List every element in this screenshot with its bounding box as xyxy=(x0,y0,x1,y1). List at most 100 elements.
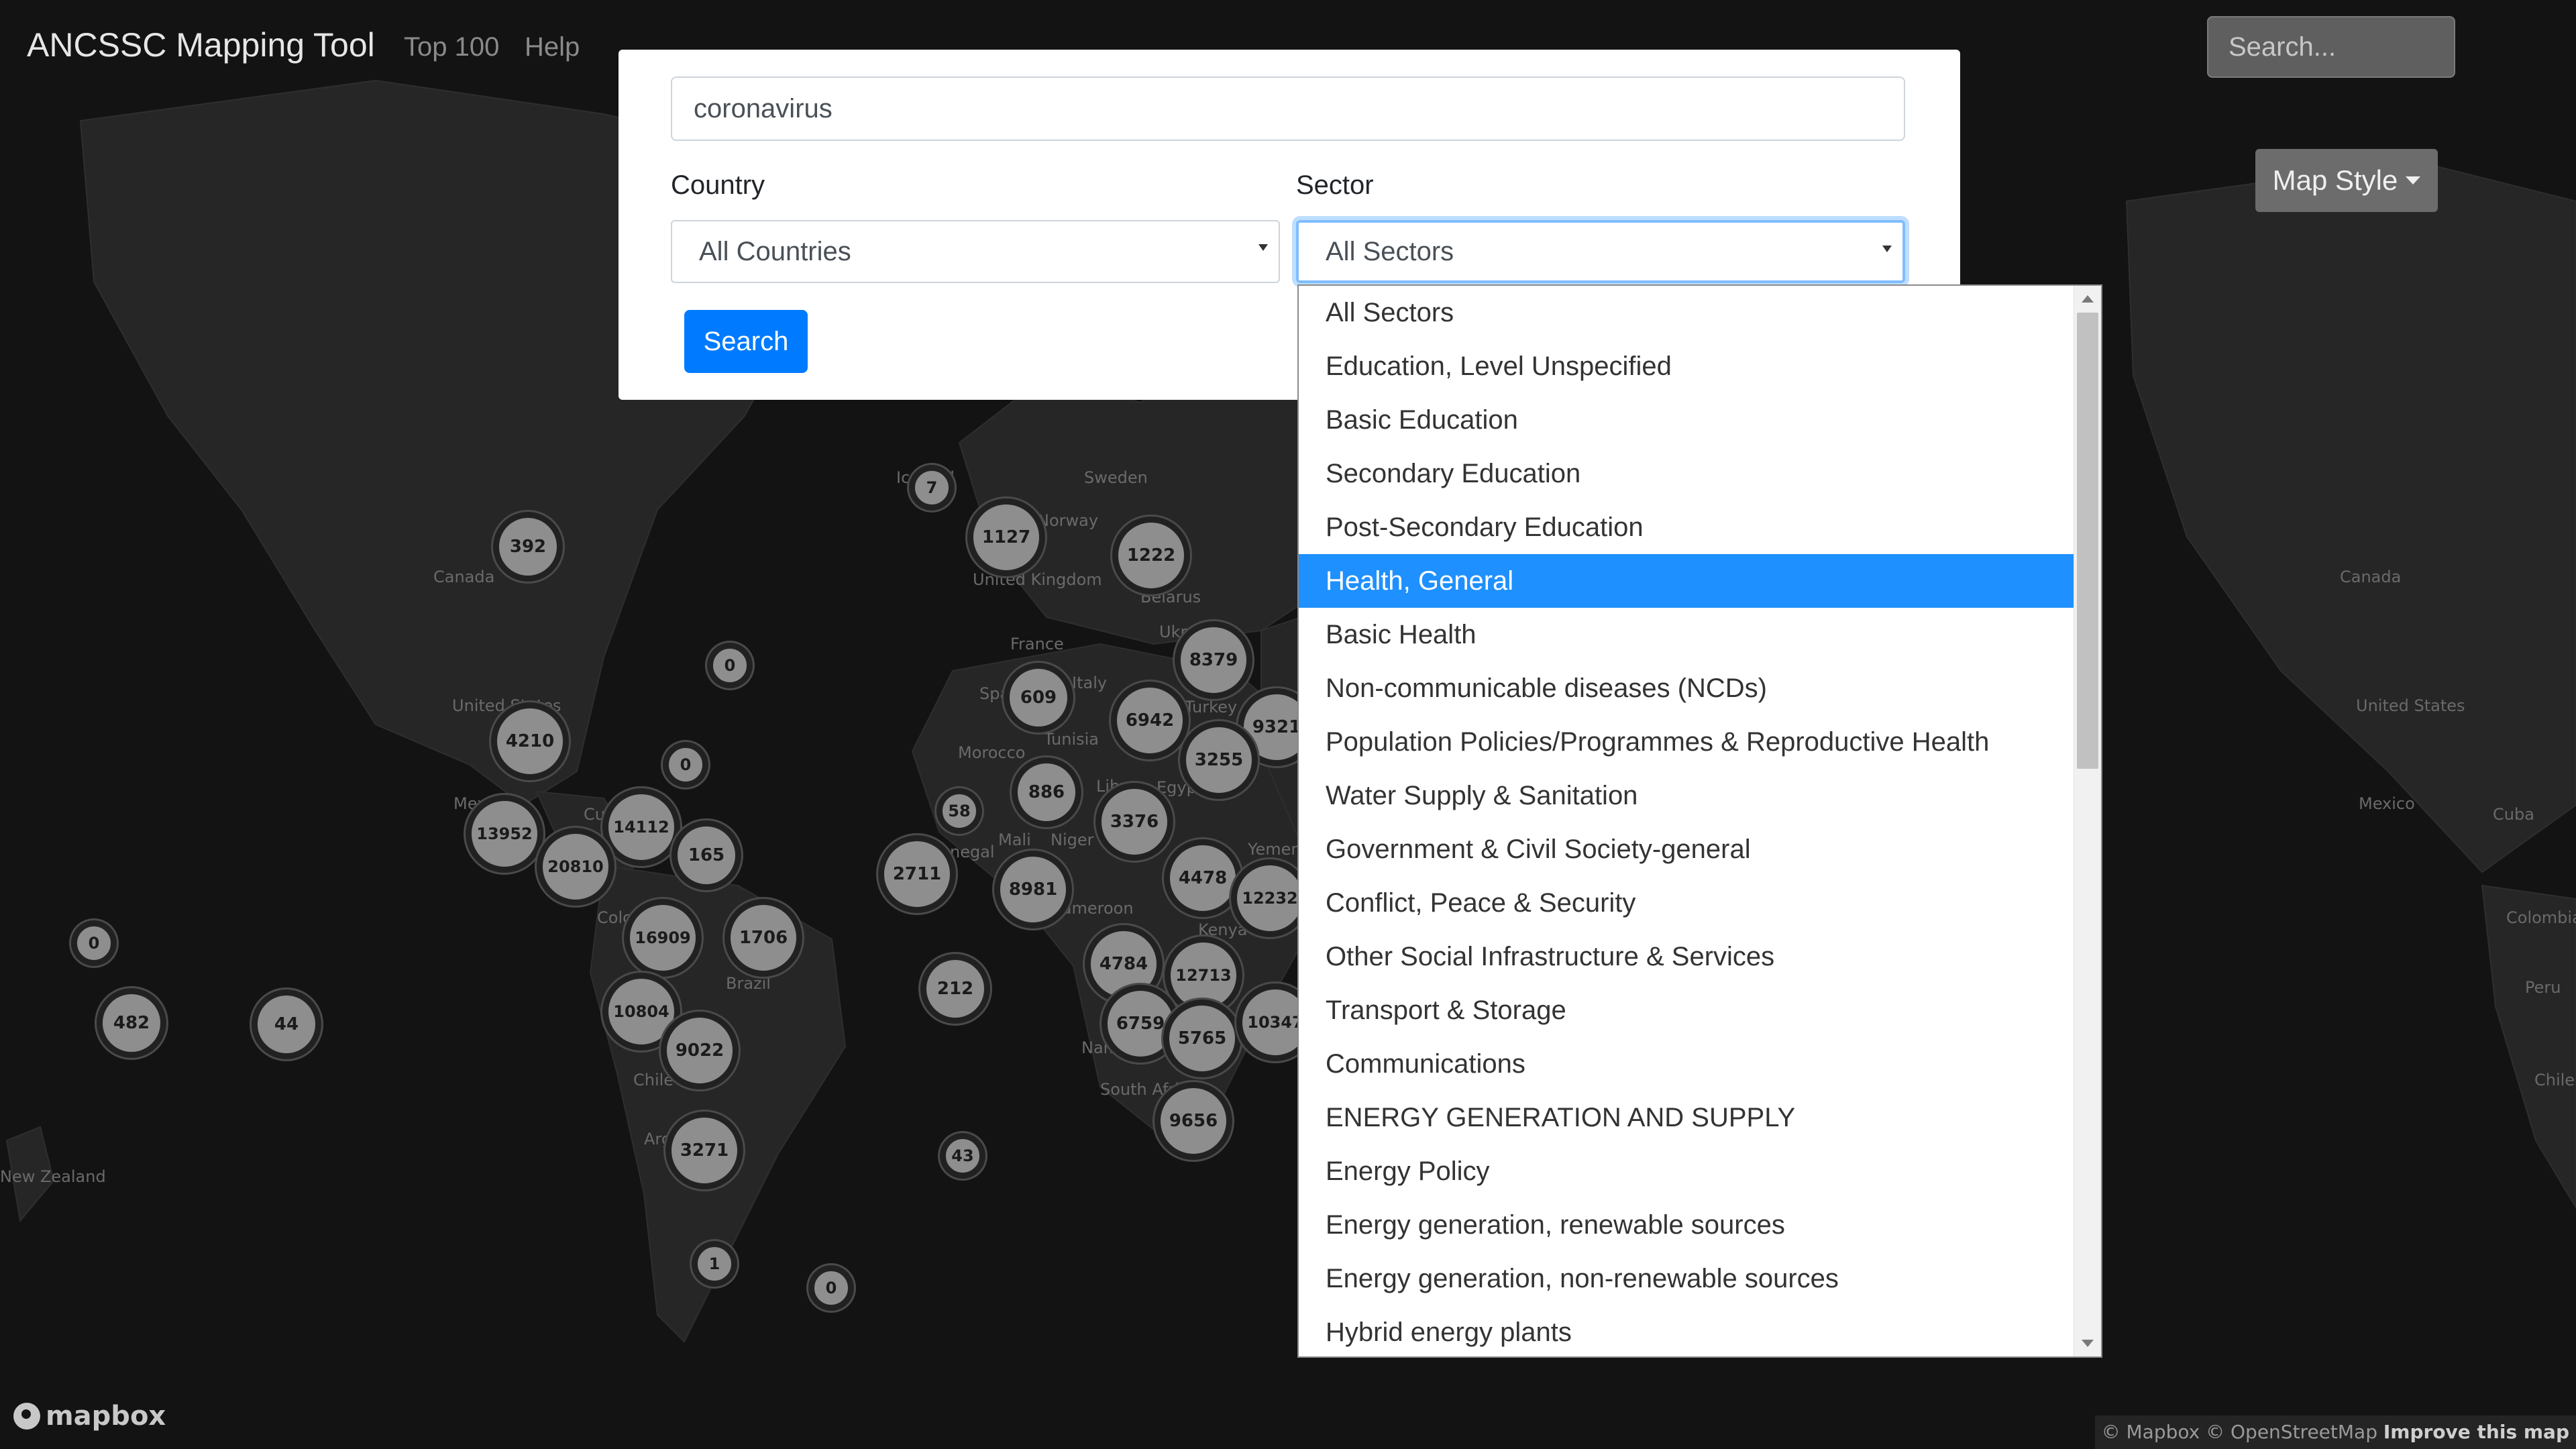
search-button[interactable]: Search xyxy=(684,310,808,373)
sector-option[interactable]: ENERGY GENERATION AND SUPPLY xyxy=(1299,1091,2076,1144)
cluster-marker[interactable]: 6759 xyxy=(1106,989,1175,1059)
map-label-kenya: Kenya xyxy=(1198,920,1248,939)
sector-options: All Sectors Education, Level Unspecified… xyxy=(1299,286,2076,1356)
country-selected-value: All Countries xyxy=(699,236,851,266)
sector-option[interactable]: Energy Policy xyxy=(1299,1144,2076,1198)
map-label-belarus: Belarus xyxy=(1140,588,1201,606)
cluster-marker[interactable]: 1127 xyxy=(971,502,1041,572)
cluster-marker[interactable]: 12713 xyxy=(1169,941,1238,1010)
cluster-marker[interactable]: 10804 xyxy=(606,977,676,1046)
country-select[interactable]: All Countries xyxy=(671,220,1280,283)
cluster-marker[interactable]: 1706 xyxy=(729,903,798,973)
sector-select[interactable]: All Sectors xyxy=(1296,220,1905,283)
brand-title[interactable]: ANCSSC Mapping Tool xyxy=(27,25,375,64)
map-label-mali: Mali xyxy=(998,830,1031,849)
cluster-marker[interactable]: 14112 xyxy=(606,792,676,862)
cluster-marker[interactable]: 392 xyxy=(497,516,559,578)
sector-option[interactable]: Water Supply & Sanitation xyxy=(1299,769,2076,822)
sector-option[interactable]: Other Social Infrastructure & Services xyxy=(1299,930,2076,983)
sector-option[interactable]: Communications xyxy=(1299,1037,2076,1091)
cluster-marker[interactable]: 1 xyxy=(696,1245,733,1283)
improve-map-link[interactable]: Improve this map xyxy=(2383,1421,2569,1443)
sector-option[interactable]: Secondary Education xyxy=(1299,447,2076,500)
cluster-marker[interactable]: 0 xyxy=(711,647,749,684)
cluster-marker[interactable]: 7 xyxy=(913,469,951,506)
sector-option[interactable]: Energy generation, non-renewable sources xyxy=(1299,1252,2076,1305)
cluster-marker[interactable]: 3255 xyxy=(1184,725,1254,795)
map-label-colombia-east: Colombia xyxy=(2506,908,2576,927)
cluster-marker[interactable]: 1222 xyxy=(1116,521,1186,590)
cluster-marker[interactable]: 9022 xyxy=(665,1016,735,1085)
map-label-canada: Canada xyxy=(433,568,495,586)
scrollbar-thumb[interactable] xyxy=(2077,313,2098,769)
cluster-marker[interactable]: 0 xyxy=(75,924,113,962)
chevron-down-icon xyxy=(1882,246,1892,252)
sector-option[interactable]: Non-communicable diseases (NCDs) xyxy=(1299,661,2076,715)
map-label-sweden: Sweden xyxy=(1084,468,1148,487)
sector-option[interactable]: Basic Health xyxy=(1299,608,2076,661)
sector-selected-value: All Sectors xyxy=(1326,236,1454,266)
caret-down-icon xyxy=(2406,176,2421,184)
cluster-marker[interactable]: 165 xyxy=(676,824,737,886)
mapbox-logo[interactable]: mapbox xyxy=(13,1401,166,1432)
sector-option[interactable]: All Sectors xyxy=(1299,286,2076,339)
cluster-marker[interactable]: 5765 xyxy=(1167,1004,1237,1073)
cluster-marker[interactable]: 20810 xyxy=(541,832,610,902)
map-label-new-zealand: New Zealand xyxy=(0,1167,106,1186)
cluster-marker[interactable]: 4478 xyxy=(1168,843,1238,913)
sector-option[interactable]: Education, Level Unspecified xyxy=(1299,339,2076,393)
map-label-cuba-east: Cuba xyxy=(2493,805,2534,824)
cluster-marker[interactable]: 3271 xyxy=(669,1116,739,1185)
sector-option[interactable]: Energy generation, renewable sources xyxy=(1299,1198,2076,1252)
cluster-marker[interactable]: 0 xyxy=(667,746,704,784)
cluster-marker[interactable]: 609 xyxy=(1008,667,1069,729)
cluster-marker[interactable]: 6942 xyxy=(1115,686,1185,755)
cluster-marker[interactable]: 44 xyxy=(256,994,317,1055)
cluster-marker[interactable]: 0 xyxy=(812,1269,850,1307)
cluster-marker[interactable]: 8379 xyxy=(1179,625,1248,695)
cluster-marker[interactable]: 212 xyxy=(924,958,986,1020)
query-input[interactable] xyxy=(671,76,1905,141)
navbar-search-input[interactable] xyxy=(2207,16,2455,78)
attribution-text[interactable]: © Mapbox © OpenStreetMap xyxy=(2102,1421,2377,1443)
cluster-marker[interactable]: 12232 xyxy=(1235,863,1305,933)
sector-option[interactable]: Health, General xyxy=(1299,554,2076,608)
map-attribution: © Mapbox © OpenStreetMap Improve this ma… xyxy=(2094,1415,2576,1449)
nav-link-help[interactable]: Help xyxy=(525,32,580,62)
sector-dropdown-list[interactable]: All Sectors Education, Level Unspecified… xyxy=(1297,284,2102,1358)
sector-option[interactable]: Transport & Storage xyxy=(1299,983,2076,1037)
sector-option[interactable]: Hybrid energy plants xyxy=(1299,1305,2076,1356)
cluster-marker[interactable]: 8981 xyxy=(998,855,1068,924)
sector-option[interactable]: Basic Education xyxy=(1299,393,2076,447)
map-label-france: France xyxy=(1010,635,1064,653)
dropdown-scrollbar[interactable] xyxy=(2074,286,2101,1356)
nav-link-top-100[interactable]: Top 100 xyxy=(404,32,499,62)
mapbox-logo-text: mapbox xyxy=(46,1401,166,1432)
sector-option[interactable]: Government & Civil Society-general xyxy=(1299,822,2076,876)
cluster-marker[interactable]: 4210 xyxy=(495,706,565,776)
map-label-chile-east: Chile xyxy=(2534,1071,2575,1089)
sector-option[interactable]: Population Policies/Programmes & Reprodu… xyxy=(1299,715,2076,769)
map-style-button[interactable]: Map Style xyxy=(2255,149,2438,212)
map-label-brazil: Brazil xyxy=(726,974,771,993)
cluster-marker[interactable]: 482 xyxy=(101,992,162,1054)
cluster-marker[interactable]: 13952 xyxy=(470,799,539,869)
map-label-mexico-east: Mexico xyxy=(2359,794,2415,813)
scroll-down-arrow-icon[interactable] xyxy=(2082,1340,2094,1347)
country-label: Country xyxy=(671,170,765,200)
scroll-up-arrow-icon[interactable] xyxy=(2082,295,2094,303)
map-label-canada-east: Canada xyxy=(2340,568,2402,586)
map-label-italy: Italy xyxy=(1072,674,1108,692)
cluster-marker[interactable]: 16909 xyxy=(628,903,698,973)
cluster-marker[interactable]: 9656 xyxy=(1159,1086,1228,1156)
cluster-marker[interactable]: 43 xyxy=(944,1137,981,1175)
map-style-label: Map Style xyxy=(2272,164,2398,196)
sector-option[interactable]: Post-Secondary Education xyxy=(1299,500,2076,554)
sector-option[interactable]: Conflict, Peace & Security xyxy=(1299,876,2076,930)
chevron-down-icon xyxy=(1258,244,1268,251)
cluster-marker[interactable]: 58 xyxy=(941,792,978,830)
cluster-marker[interactable]: 2711 xyxy=(882,839,952,909)
cluster-marker[interactable]: 886 xyxy=(1016,761,1077,823)
cluster-marker[interactable]: 4784 xyxy=(1089,929,1159,999)
cluster-marker[interactable]: 3376 xyxy=(1099,787,1169,857)
